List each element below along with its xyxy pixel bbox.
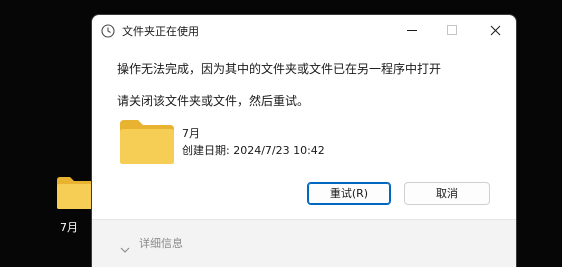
details-toggle[interactable]: 详细信息 — [139, 235, 183, 251]
close-button[interactable] — [476, 15, 516, 46]
details-footer: 详细信息 — [92, 219, 516, 267]
dialog-title: 文件夹正在使用 — [122, 25, 199, 38]
cancel-button[interactable]: 取消 — [404, 182, 490, 205]
desktop: 7月 文件夹正在使用 操作无法完成，因为其中的文件夹或文件已在另一程序中打开 请… — [0, 0, 562, 267]
folder-icon — [119, 119, 175, 165]
title-bar[interactable]: 文件夹正在使用 — [92, 15, 516, 46]
minimize-button[interactable] — [392, 15, 432, 46]
instruction-message: 请关闭该文件夹或文件，然后重试。 — [117, 94, 310, 108]
desktop-folder-icon[interactable] — [56, 176, 96, 210]
file-name: 7月 — [182, 127, 200, 140]
retry-button[interactable]: 重试(R) — [307, 182, 391, 205]
close-icon — [490, 25, 501, 36]
maximize-icon — [447, 25, 457, 35]
maximize-button — [432, 15, 472, 46]
chevron-down-icon[interactable] — [120, 239, 130, 253]
error-message: 操作无法完成，因为其中的文件夹或文件已在另一程序中打开 — [117, 62, 442, 76]
file-created-date: 创建日期: 2024/7/23 10:42 — [182, 144, 325, 157]
folder-in-use-dialog: 文件夹正在使用 操作无法完成，因为其中的文件夹或文件已在另一程序中打开 请关闭该… — [92, 15, 516, 267]
clock-icon — [101, 23, 115, 38]
